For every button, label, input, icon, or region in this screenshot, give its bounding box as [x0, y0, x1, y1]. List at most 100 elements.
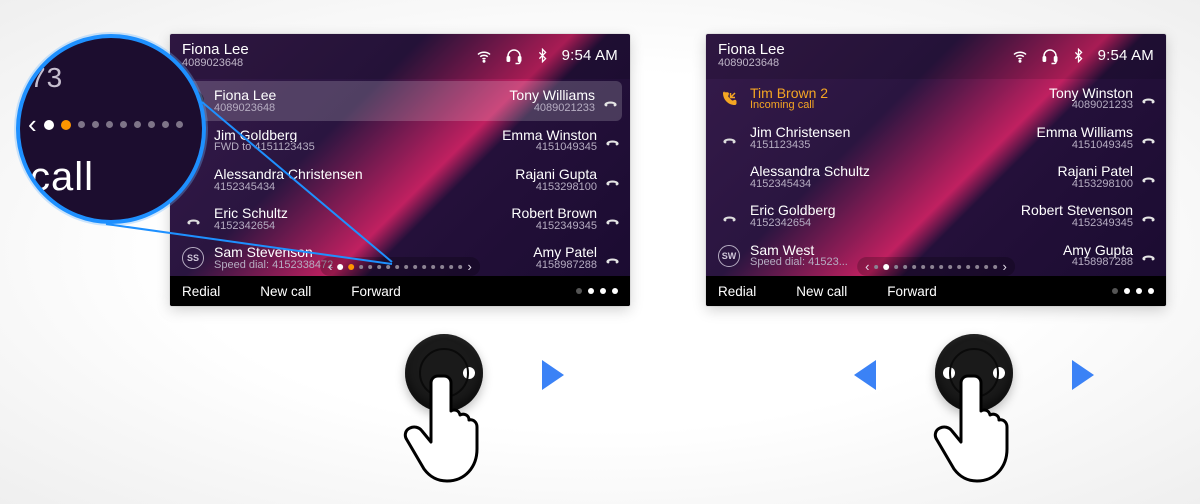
hangup-icon[interactable]: [1141, 131, 1156, 146]
rotary-control-right: [884, 334, 1064, 412]
paired-contact-name: Robert Brown: [511, 206, 597, 221]
forward-button[interactable]: Forward: [351, 284, 401, 299]
paired-contact-name: Amy Patel: [533, 245, 597, 260]
contact-row[interactable]: Jim Christensen4151123435Emma Williams41…: [706, 118, 1166, 157]
paired-contact-number: 4089021233: [534, 103, 595, 115]
paired-contact-number: 4153298100: [536, 182, 597, 194]
paired-contact-name: Robert Stevenson: [1021, 203, 1133, 218]
contact-row[interactable]: Tim Brown 2Incoming call Tony Winston4089…: [706, 79, 1166, 118]
paired-contact-number: 4089021233: [1072, 100, 1133, 112]
hangup-icon[interactable]: [605, 251, 620, 266]
paired-contact-number: 4152349345: [1072, 218, 1133, 230]
contact-sub: 4152342654: [750, 218, 836, 230]
hangup-icon[interactable]: [1141, 170, 1156, 185]
hangup-icon[interactable]: [1141, 248, 1156, 263]
hangup-icon[interactable]: [603, 94, 618, 109]
redial-button[interactable]: Redial: [718, 284, 756, 299]
contact-sub: 4151123435: [750, 140, 850, 152]
contact-sub: 4152342654: [214, 221, 288, 233]
current-user-name: Fiona Lee: [718, 42, 785, 58]
wifi-icon: [1011, 47, 1029, 65]
clock: 9:54 AM: [1098, 47, 1154, 64]
headset-icon: [1041, 47, 1059, 65]
paired-contact-number: 4152349345: [536, 221, 597, 233]
hangup-icon[interactable]: [1141, 91, 1156, 106]
contact-name: Jim Goldberg: [214, 128, 315, 143]
new-call-button[interactable]: New call: [260, 284, 311, 299]
hangup-icon[interactable]: [605, 212, 620, 227]
pointing-hand-icon: [926, 368, 1026, 488]
hangup-icon[interactable]: [1141, 209, 1156, 224]
chevron-right-icon[interactable]: ›: [1003, 259, 1007, 274]
arrow-right-icon: [1072, 360, 1094, 390]
contact-row[interactable]: Fiona Lee4089023648 Tony Williams40890212…: [178, 81, 622, 121]
current-user-number: 4089023648: [718, 58, 785, 70]
paired-contact-name: Tony Winston: [1049, 86, 1133, 101]
contact-sub: FWD to 4151123435: [214, 142, 315, 154]
phone-screen-left: Fiona Lee 4089023648 9:54 AM Fiona Lee40…: [170, 34, 630, 306]
paired-contact-name: Rajani Patel: [1058, 164, 1134, 179]
arrow-left-icon: [854, 360, 876, 390]
row-icon: SS: [182, 247, 204, 269]
wifi-icon: [475, 47, 493, 65]
contact-name: Fiona Lee: [214, 88, 276, 103]
contact-sub: Incoming call: [750, 100, 828, 112]
magnifier-pager-zoom: ‹: [28, 109, 192, 140]
contact-row[interactable]: Eric Schultz4152342654 Robert Brown415234…: [170, 200, 630, 239]
contact-row[interactable]: Eric Goldberg4152342654 Robert Stevenson4…: [706, 197, 1166, 236]
row-icon: [718, 90, 740, 108]
page-indicator: [1112, 288, 1154, 294]
contact-name: Alessandra Schultz: [750, 164, 870, 179]
contact-sub: Speed dial: 4152338472: [214, 260, 333, 272]
status-bar: Fiona Lee 4089023648 9:54 AM: [706, 34, 1166, 79]
hangup-icon[interactable]: [605, 173, 620, 188]
list-pager[interactable]: ‹›: [320, 257, 480, 276]
forward-button[interactable]: Forward: [887, 284, 937, 299]
bluetooth-icon: [1071, 48, 1086, 63]
arrow-right-icon: [542, 360, 564, 390]
contact-sub: 4089023648: [214, 103, 276, 115]
contact-name: Tim Brown 2: [750, 86, 828, 101]
paired-contact-name: Emma Winston: [502, 128, 597, 143]
page-indicator: [576, 288, 618, 294]
rotary-control-left: [354, 334, 534, 412]
chevron-left-icon[interactable]: ‹: [328, 259, 332, 274]
row-icon: [718, 131, 740, 146]
clock: 9:54 AM: [562, 47, 618, 64]
call-list: Fiona Lee4089023648 Tony Williams40890212…: [170, 81, 630, 277]
paired-contact-number: 4153298100: [1072, 179, 1133, 191]
bluetooth-icon: [535, 48, 550, 63]
contact-sub: 4152345434: [750, 179, 870, 191]
paired-contact-name: Rajani Gupta: [515, 167, 597, 182]
contact-row[interactable]: Alessandra Christensen4152345434Rajani G…: [170, 160, 630, 199]
chevron-right-icon[interactable]: ›: [468, 259, 472, 274]
paired-contact-number: 4158987288: [1072, 257, 1133, 269]
chevron-left-icon[interactable]: ‹: [865, 259, 869, 274]
contact-name: Sam West: [750, 243, 848, 258]
contact-row[interactable]: Alessandra Schultz4152345434 Rajani Patel…: [706, 158, 1166, 197]
contact-name: Sam Stevenson: [214, 245, 333, 260]
magnifier-fragment-top: 73: [30, 62, 192, 94]
new-call-button[interactable]: New call: [796, 284, 847, 299]
contact-row[interactable]: Jim GoldbergFWD to 4151123435 Emma Winsto…: [170, 121, 630, 160]
pointing-hand-icon: [396, 368, 496, 488]
paired-contact-number: 4151049345: [536, 142, 597, 154]
row-icon: [718, 209, 740, 224]
hangup-icon[interactable]: [605, 133, 620, 148]
row-icon: SW: [718, 245, 740, 267]
contact-name: Eric Schultz: [214, 206, 288, 221]
paired-contact-name: Tony Williams: [509, 88, 595, 103]
bottom-bar: Redial New call Forward: [706, 276, 1166, 306]
bottom-bar: Redial New call Forward: [170, 276, 630, 306]
paired-contact-number: 4151049345: [1072, 140, 1133, 152]
list-pager[interactable]: ‹›: [857, 257, 1015, 276]
magnifier-lens: 73 ‹ call: [16, 34, 206, 224]
paired-contact-name: Amy Gupta: [1063, 243, 1133, 258]
contact-name: Eric Goldberg: [750, 203, 836, 218]
chevron-left-icon: ‹: [28, 109, 37, 140]
phone-screen-right: Fiona Lee 4089023648 9:54 AM Tim Brown 2…: [706, 34, 1166, 306]
redial-button[interactable]: Redial: [182, 284, 220, 299]
call-list: Tim Brown 2Incoming call Tony Winston4089…: [706, 79, 1166, 275]
paired-contact-number: 4158987288: [536, 260, 597, 272]
paired-contact-name: Emma Williams: [1037, 125, 1133, 140]
